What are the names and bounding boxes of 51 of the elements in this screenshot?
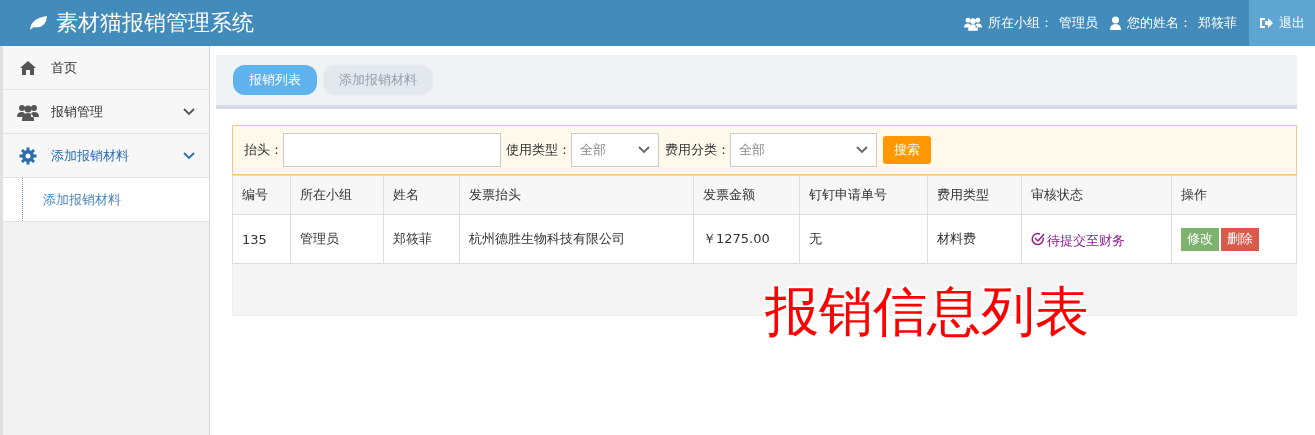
status-text: 待提交至财务 — [1031, 228, 1125, 250]
user-icon — [1110, 16, 1121, 30]
table-cell: 无 — [799, 214, 928, 264]
tab[interactable]: 添加报销材料 — [323, 65, 433, 95]
chevron-down-icon — [856, 146, 868, 154]
tab[interactable]: 报销列表 — [233, 65, 317, 95]
chevron-down-icon — [183, 107, 195, 116]
group-value: 管理员 — [1059, 14, 1098, 32]
app-title: 素材猫报销管理系统 — [56, 9, 254, 37]
sidebar-item[interactable]: 首页 — [3, 46, 209, 90]
column-header: 钉钉申请单号 — [799, 175, 928, 215]
home-icon — [19, 59, 37, 76]
sidebar-item[interactable]: 添加报销材料 — [3, 134, 209, 178]
table-cell: 135 — [232, 214, 291, 264]
annotation-caption: 报销信息列表 — [765, 279, 1089, 345]
name-label: 您的姓名： — [1127, 14, 1192, 32]
users-icon — [964, 15, 982, 31]
group-label: 所在小组： — [988, 14, 1053, 32]
column-header: 发票抬头 — [459, 175, 694, 215]
category-label: 费用分类： — [665, 141, 730, 159]
title-input[interactable] — [283, 133, 501, 167]
column-header: 发票金额 — [693, 175, 800, 215]
users-icon — [17, 102, 39, 121]
table-cell: 郑筱菲 — [383, 214, 460, 264]
sign-out-icon — [1259, 17, 1273, 29]
chevron-down-icon — [183, 151, 195, 160]
delete-button[interactable]: 删除 — [1221, 227, 1259, 251]
column-header: 审核状态 — [1021, 175, 1172, 215]
leaf-icon — [28, 15, 48, 31]
table-cell: 杭州德胜生物科技有限公司 — [459, 214, 694, 264]
edit-button[interactable]: 修改 — [1181, 227, 1219, 251]
table-cell: 材料费 — [927, 214, 1022, 264]
table-cell: 管理员 — [290, 214, 384, 264]
name-value: 郑筱菲 — [1198, 14, 1237, 32]
search-button[interactable]: 搜索 — [883, 136, 931, 164]
column-header: 姓名 — [383, 175, 460, 215]
column-header: 所在小组 — [290, 175, 384, 215]
column-header: 费用类型 — [927, 175, 1022, 215]
sidebar-item[interactable]: 报销管理 — [3, 90, 209, 134]
gear-icon — [19, 146, 37, 165]
table-cell: ￥1275.00 — [693, 214, 800, 264]
column-header: 操作 — [1171, 175, 1297, 215]
usage-type-label: 使用类型： — [506, 141, 571, 159]
category-select[interactable]: 全部 — [730, 133, 877, 167]
title-label: 抬头： — [244, 141, 283, 159]
check-circle-icon — [1031, 232, 1045, 246]
chevron-down-icon — [638, 146, 650, 154]
submenu-item[interactable]: 添加报销材料 — [3, 178, 209, 222]
column-header: 编号 — [232, 175, 291, 215]
usage-type-select[interactable]: 全部 — [571, 133, 659, 167]
logout-button[interactable]: 退出 — [1249, 0, 1315, 46]
